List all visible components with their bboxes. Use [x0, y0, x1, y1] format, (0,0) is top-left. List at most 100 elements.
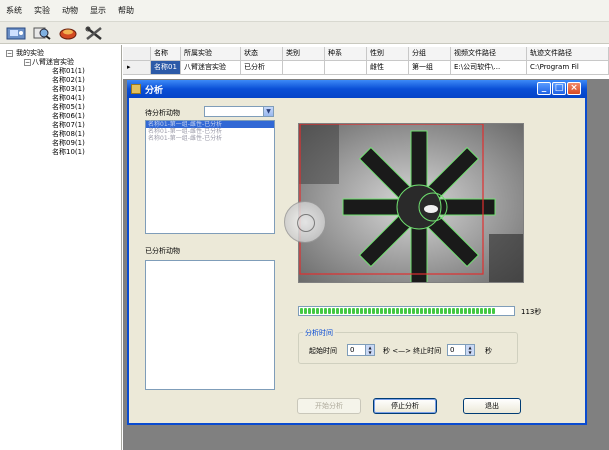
progress-block	[464, 308, 467, 314]
tree-item-animal-09[interactable]: 名称09(1)	[2, 139, 119, 148]
record-icon[interactable]	[58, 25, 78, 41]
list-item[interactable]: 名称01-第一组-雌性-已分析	[146, 128, 274, 135]
experiment-tree: − 我的实验 − 八臂迷宫实验 名称01(1) 名称02(1) 名称03(1) …	[0, 45, 122, 450]
cell-name[interactable]: 名称01	[151, 61, 181, 75]
collapse-icon[interactable]: −	[6, 50, 13, 57]
start-time-stepper[interactable]: 0 ▲ ▼	[347, 344, 375, 356]
tree-item-animal-07[interactable]: 名称07(1)	[2, 121, 119, 130]
col-header-sex[interactable]: 性别	[367, 47, 409, 61]
progress-block	[376, 308, 379, 314]
app-icon	[131, 84, 141, 94]
cell-strain[interactable]	[325, 61, 367, 75]
progress-block	[372, 308, 375, 314]
tree-item-animal-01[interactable]: 名称01(1)	[2, 67, 119, 76]
progress-block	[360, 308, 363, 314]
menu-experiment[interactable]: 实验	[34, 5, 50, 16]
menu-help[interactable]: 帮助	[118, 5, 134, 16]
progress-block	[392, 308, 395, 314]
tree-item-animal-02[interactable]: 名称02(1)	[2, 76, 119, 85]
close-icon[interactable]: ×	[567, 82, 581, 95]
pending-animals-list[interactable]: 名称01-第一组-雌性-已分析 名称01-第一组-雌性-已分析 名称01-第一组…	[145, 120, 275, 234]
camera-icon[interactable]	[6, 25, 26, 41]
row-header-corner	[123, 47, 151, 61]
progress-block	[452, 308, 455, 314]
list-item[interactable]: 名称01-第一组-雌性-已分析	[146, 135, 274, 142]
col-header-name[interactable]: 名称	[151, 47, 181, 61]
tree-item-label: 名称03(1)	[52, 85, 85, 93]
tree-item-label: 名称02(1)	[52, 76, 85, 84]
col-header-track-path[interactable]: 轨迹文件路径	[527, 47, 609, 61]
tools-icon[interactable]	[84, 25, 104, 41]
progress-block	[476, 308, 479, 314]
start-analysis-button[interactable]: 开始分析	[297, 398, 361, 414]
progress-block	[440, 308, 443, 314]
spin-arrows-icon[interactable]: ▲ ▼	[365, 345, 374, 355]
col-header-strain[interactable]: 种系	[325, 47, 367, 61]
cell-category[interactable]	[283, 61, 325, 75]
end-time-value: 0	[450, 346, 455, 354]
maximize-icon[interactable]: □	[552, 82, 566, 95]
col-header-status[interactable]: 状态	[241, 47, 283, 61]
search-icon[interactable]	[32, 25, 52, 41]
cell-experiment[interactable]: 八臂迷宫实验	[181, 61, 241, 75]
progress-block	[380, 308, 383, 314]
cell-status[interactable]: 已分析	[241, 61, 283, 75]
col-header-experiment[interactable]: 所属实验	[181, 47, 241, 61]
analyzed-animals-list[interactable]	[145, 260, 275, 390]
progress-block	[492, 308, 495, 314]
tree-root-label: 我的实验	[16, 49, 44, 57]
tree-item-animal-05[interactable]: 名称05(1)	[2, 103, 119, 112]
progress-block	[436, 308, 439, 314]
menu-display[interactable]: 显示	[90, 5, 106, 16]
progress-block	[320, 308, 323, 314]
list-item[interactable]: 名称01-第一组-雌性-已分析	[146, 121, 274, 128]
analysis-progress-bar	[298, 306, 515, 316]
col-header-video-path[interactable]: 视频文件路径	[451, 47, 527, 61]
progress-block	[312, 308, 315, 314]
tree-item-animal-06[interactable]: 名称06(1)	[2, 112, 119, 121]
progress-block	[340, 308, 343, 314]
grid-header-row: 名称 所属实验 状态 类别 种系 性别 分组 视频文件路径 轨迹文件路径	[123, 47, 609, 61]
menu-system[interactable]: 系统	[6, 5, 22, 16]
tree-experiment[interactable]: − 八臂迷宫实验	[2, 58, 119, 67]
progress-block	[384, 308, 387, 314]
cell-track-path[interactable]: C:\Program Fil	[527, 61, 609, 75]
table-row[interactable]: ▸ 名称01 八臂迷宫实验 已分析 雌性 第一组 E:\公司软件\... C:\…	[123, 61, 609, 75]
progress-block	[400, 308, 403, 314]
cell-video-path[interactable]: E:\公司软件\...	[451, 61, 527, 75]
dialog-titlebar[interactable]: 分析 _ □ ×	[127, 80, 587, 98]
tree-root[interactable]: − 我的实验	[2, 49, 119, 58]
animal-filter-select[interactable]: ▼	[204, 106, 274, 117]
tree-item-animal-10[interactable]: 名称10(1)	[2, 148, 119, 157]
progress-block	[472, 308, 475, 314]
end-time-stepper[interactable]: 0 ▲ ▼	[447, 344, 475, 356]
tree-item-animal-03[interactable]: 名称03(1)	[2, 85, 119, 94]
progress-block	[336, 308, 339, 314]
progress-block	[444, 308, 447, 314]
cell-group[interactable]: 第一组	[409, 61, 451, 75]
progress-block	[404, 308, 407, 314]
tree-item-label: 名称10(1)	[52, 148, 85, 156]
col-header-category[interactable]: 类别	[283, 47, 325, 61]
cell-sex[interactable]: 雌性	[367, 61, 409, 75]
progress-block	[468, 308, 471, 314]
analysis-dialog: 分析 _ □ × 待分析动物 ▼ 名称01-第一组-雌性-已分析 名称01-第一…	[127, 80, 587, 425]
progress-block	[348, 308, 351, 314]
end-time-unit: 秒	[485, 347, 492, 355]
range-separator-label: 秒 <—> 终止时间	[383, 347, 442, 355]
minimize-icon[interactable]: _	[537, 82, 551, 95]
stop-analysis-button[interactable]: 停止分析	[373, 398, 437, 414]
progress-block	[364, 308, 367, 314]
chevron-down-icon[interactable]: ▼	[263, 107, 273, 116]
tree-item-label: 名称09(1)	[52, 139, 85, 147]
exit-button[interactable]: 退出	[463, 398, 521, 414]
tree-item-animal-08[interactable]: 名称08(1)	[2, 130, 119, 139]
tree-item-animal-04[interactable]: 名称04(1)	[2, 94, 119, 103]
menu-animal[interactable]: 动物	[62, 5, 78, 16]
progress-block	[460, 308, 463, 314]
col-header-group[interactable]: 分组	[409, 47, 451, 61]
start-time-label: 起始时间	[309, 347, 337, 355]
collapse-icon[interactable]: −	[24, 59, 31, 66]
spin-arrows-icon[interactable]: ▲ ▼	[465, 345, 474, 355]
video-preview	[298, 123, 524, 283]
